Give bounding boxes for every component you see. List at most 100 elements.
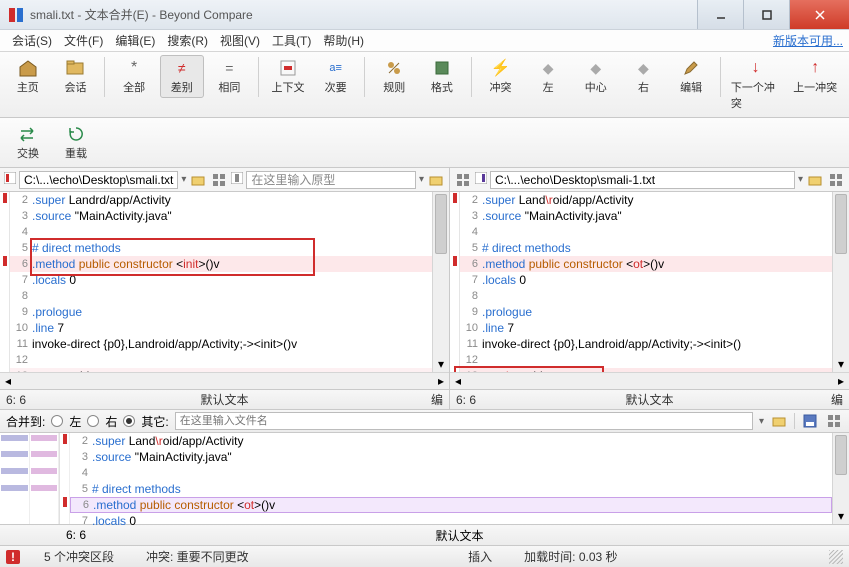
code-line[interactable]: 5# direct methods: [70, 481, 832, 497]
merge-encoding: 默认文本: [116, 527, 803, 544]
code-line[interactable]: 2.super Landrd/app/Activity: [10, 192, 432, 208]
right-marker-strip[interactable]: [450, 192, 460, 372]
code-line[interactable]: 8: [10, 288, 432, 304]
left-scrollbar-h[interactable]: ◂▸: [0, 372, 449, 389]
code-line[interactable]: 4: [70, 465, 832, 481]
code-line[interactable]: 9.prologue: [10, 304, 432, 320]
titlebar: smali.txt - 文本合并(E) - Beyond Compare: [0, 0, 849, 30]
maximize-button[interactable]: [743, 0, 789, 29]
code-line[interactable]: 6.method public constructor <ot>()v: [70, 497, 832, 513]
merge-radio-right[interactable]: [87, 415, 99, 427]
menu-tools[interactable]: 工具(T): [266, 30, 317, 51]
statusbar: ! 5 个冲突区段 冲突: 重要不同更改 插入 加载时间: 0.03 秒: [0, 545, 849, 567]
right-apps-button[interactable]: [827, 171, 845, 189]
merge-scrollbar-v[interactable]: ▴▾: [832, 433, 849, 524]
merge-body: 2.super Land\roid/app/Activity3.source "…: [0, 433, 849, 525]
menu-edit[interactable]: 编辑(E): [109, 30, 161, 51]
right-path-input[interactable]: C:\...\echo\Desktop\smali-1.txt: [490, 171, 795, 189]
status-loadtime: 加载时间: 0.03 秒: [516, 548, 625, 565]
left-code-lines[interactable]: 2.super Landrd/app/Activity3.source "Mai…: [10, 192, 432, 372]
code-line[interactable]: 13return-void: [10, 368, 432, 372]
code-line[interactable]: 8: [460, 288, 832, 304]
right-path-dropdown[interactable]: ▾: [798, 174, 803, 185]
code-line[interactable]: 7.locals 0: [10, 272, 432, 288]
right-scrollbar-v[interactable]: ▴▾: [832, 192, 849, 372]
left-path-input[interactable]: C:\...\echo\Desktop\smali.txt: [19, 171, 178, 189]
merge-apps-button[interactable]: [825, 412, 843, 430]
left-path-dropdown[interactable]: ▾: [181, 174, 186, 185]
rules-button[interactable]: 规则: [372, 55, 416, 98]
edit-button[interactable]: 编辑: [669, 55, 713, 98]
home-button[interactable]: 主页: [6, 55, 50, 98]
center-path-input[interactable]: 在这里输入原型: [246, 171, 416, 189]
code-line[interactable]: 6.method public constructor <init>()v: [10, 256, 432, 272]
code-line[interactable]: 12: [10, 352, 432, 368]
code-area: 2.super Landrd/app/Activity3.source "Mai…: [0, 192, 849, 409]
code-line[interactable]: 4: [460, 224, 832, 240]
resize-grip[interactable]: [829, 550, 843, 564]
prev-conflict-button[interactable]: ↑上一冲突: [787, 55, 843, 98]
status-mode: 插入: [460, 548, 500, 565]
right-scrollbar-h[interactable]: ◂▸: [450, 372, 849, 389]
center-browse-button[interactable]: [427, 171, 445, 189]
merge-filename-input[interactable]: [175, 412, 753, 430]
reload-button[interactable]: 重载: [54, 121, 98, 164]
menu-view[interactable]: 视图(V): [214, 30, 266, 51]
merge-browse-button[interactable]: [770, 412, 788, 430]
merge-radio-other[interactable]: [123, 415, 135, 427]
menu-session[interactable]: 会话(S): [6, 30, 58, 51]
minimize-button[interactable]: [697, 0, 743, 29]
code-line[interactable]: 2.super Land\roid/app/Activity: [460, 192, 832, 208]
all-button[interactable]: *全部: [112, 55, 156, 98]
same-button[interactable]: =相同: [208, 55, 252, 98]
minor-button[interactable]: a≡次要: [314, 55, 358, 98]
format-button[interactable]: 格式: [420, 55, 464, 98]
code-line[interactable]: 3.source "MainActivity.java": [460, 208, 832, 224]
close-button[interactable]: [789, 0, 849, 29]
right-browse-button[interactable]: [806, 171, 824, 189]
status-conflicts: 5 个冲突区段: [36, 548, 122, 565]
take-right-button[interactable]: ◆右: [622, 55, 666, 98]
code-line[interactable]: 11invoke-direct {p0},Landroid/app/Activi…: [10, 336, 432, 352]
session-button[interactable]: 会话: [54, 55, 98, 98]
diff-button[interactable]: ≠差别: [160, 55, 204, 98]
swap-button[interactable]: 交换: [6, 121, 50, 164]
merge-overview[interactable]: [0, 433, 60, 524]
center-path-dropdown[interactable]: ▾: [419, 174, 424, 185]
left-browse-button[interactable]: [189, 171, 207, 189]
code-line[interactable]: 13retur\n-void: [460, 368, 832, 372]
merge-save-button[interactable]: [801, 412, 819, 430]
take-center-button[interactable]: ◆中心: [574, 55, 618, 98]
code-line[interactable]: 4: [10, 224, 432, 240]
code-line[interactable]: 2.super Land\roid/app/Activity: [70, 433, 832, 449]
code-line[interactable]: 7.locals 0: [70, 513, 832, 529]
code-line[interactable]: 6.method public constructor <ot>()v: [460, 256, 832, 272]
code-line[interactable]: 10.line 7: [460, 320, 832, 336]
merge-code-lines[interactable]: 2.super Land\roid/app/Activity3.source "…: [60, 433, 832, 524]
code-line[interactable]: 12: [460, 352, 832, 368]
merge-header: 合并到: 左 右 其它: ▾: [0, 409, 849, 433]
next-conflict-button[interactable]: ↓下一个冲突: [728, 55, 784, 114]
code-line[interactable]: 3.source "MainActivity.java": [10, 208, 432, 224]
right-code-lines[interactable]: 2.super Land\roid/app/Activity3.source "…: [460, 192, 832, 372]
code-line[interactable]: 5# direct methods: [460, 240, 832, 256]
menu-file[interactable]: 文件(F): [58, 30, 109, 51]
left-marker-strip[interactable]: [0, 192, 10, 372]
take-conflict-button[interactable]: ⚡冲突: [479, 55, 523, 98]
code-line[interactable]: 7.locals 0: [460, 272, 832, 288]
new-version-link[interactable]: 新版本可用...: [773, 32, 843, 49]
code-line[interactable]: 11invoke-direct {p0},Landroid/app/Activi…: [460, 336, 832, 352]
menu-search[interactable]: 搜索(R): [161, 30, 214, 51]
left-apps-button[interactable]: [210, 171, 228, 189]
code-line[interactable]: 9.prologue: [460, 304, 832, 320]
merge-filename-dropdown[interactable]: ▾: [759, 416, 764, 427]
left-scrollbar-v[interactable]: ▴▾: [432, 192, 449, 372]
center-apps-button[interactable]: [454, 171, 472, 189]
code-line[interactable]: 10.line 7: [10, 320, 432, 336]
merge-radio-left[interactable]: [51, 415, 63, 427]
context-button[interactable]: 上下文: [266, 55, 310, 98]
code-line[interactable]: 5# direct methods: [10, 240, 432, 256]
menu-help[interactable]: 帮助(H): [317, 30, 370, 51]
take-left-button[interactable]: ◆左: [526, 55, 570, 98]
code-line[interactable]: 3.source "MainActivity.java": [70, 449, 832, 465]
